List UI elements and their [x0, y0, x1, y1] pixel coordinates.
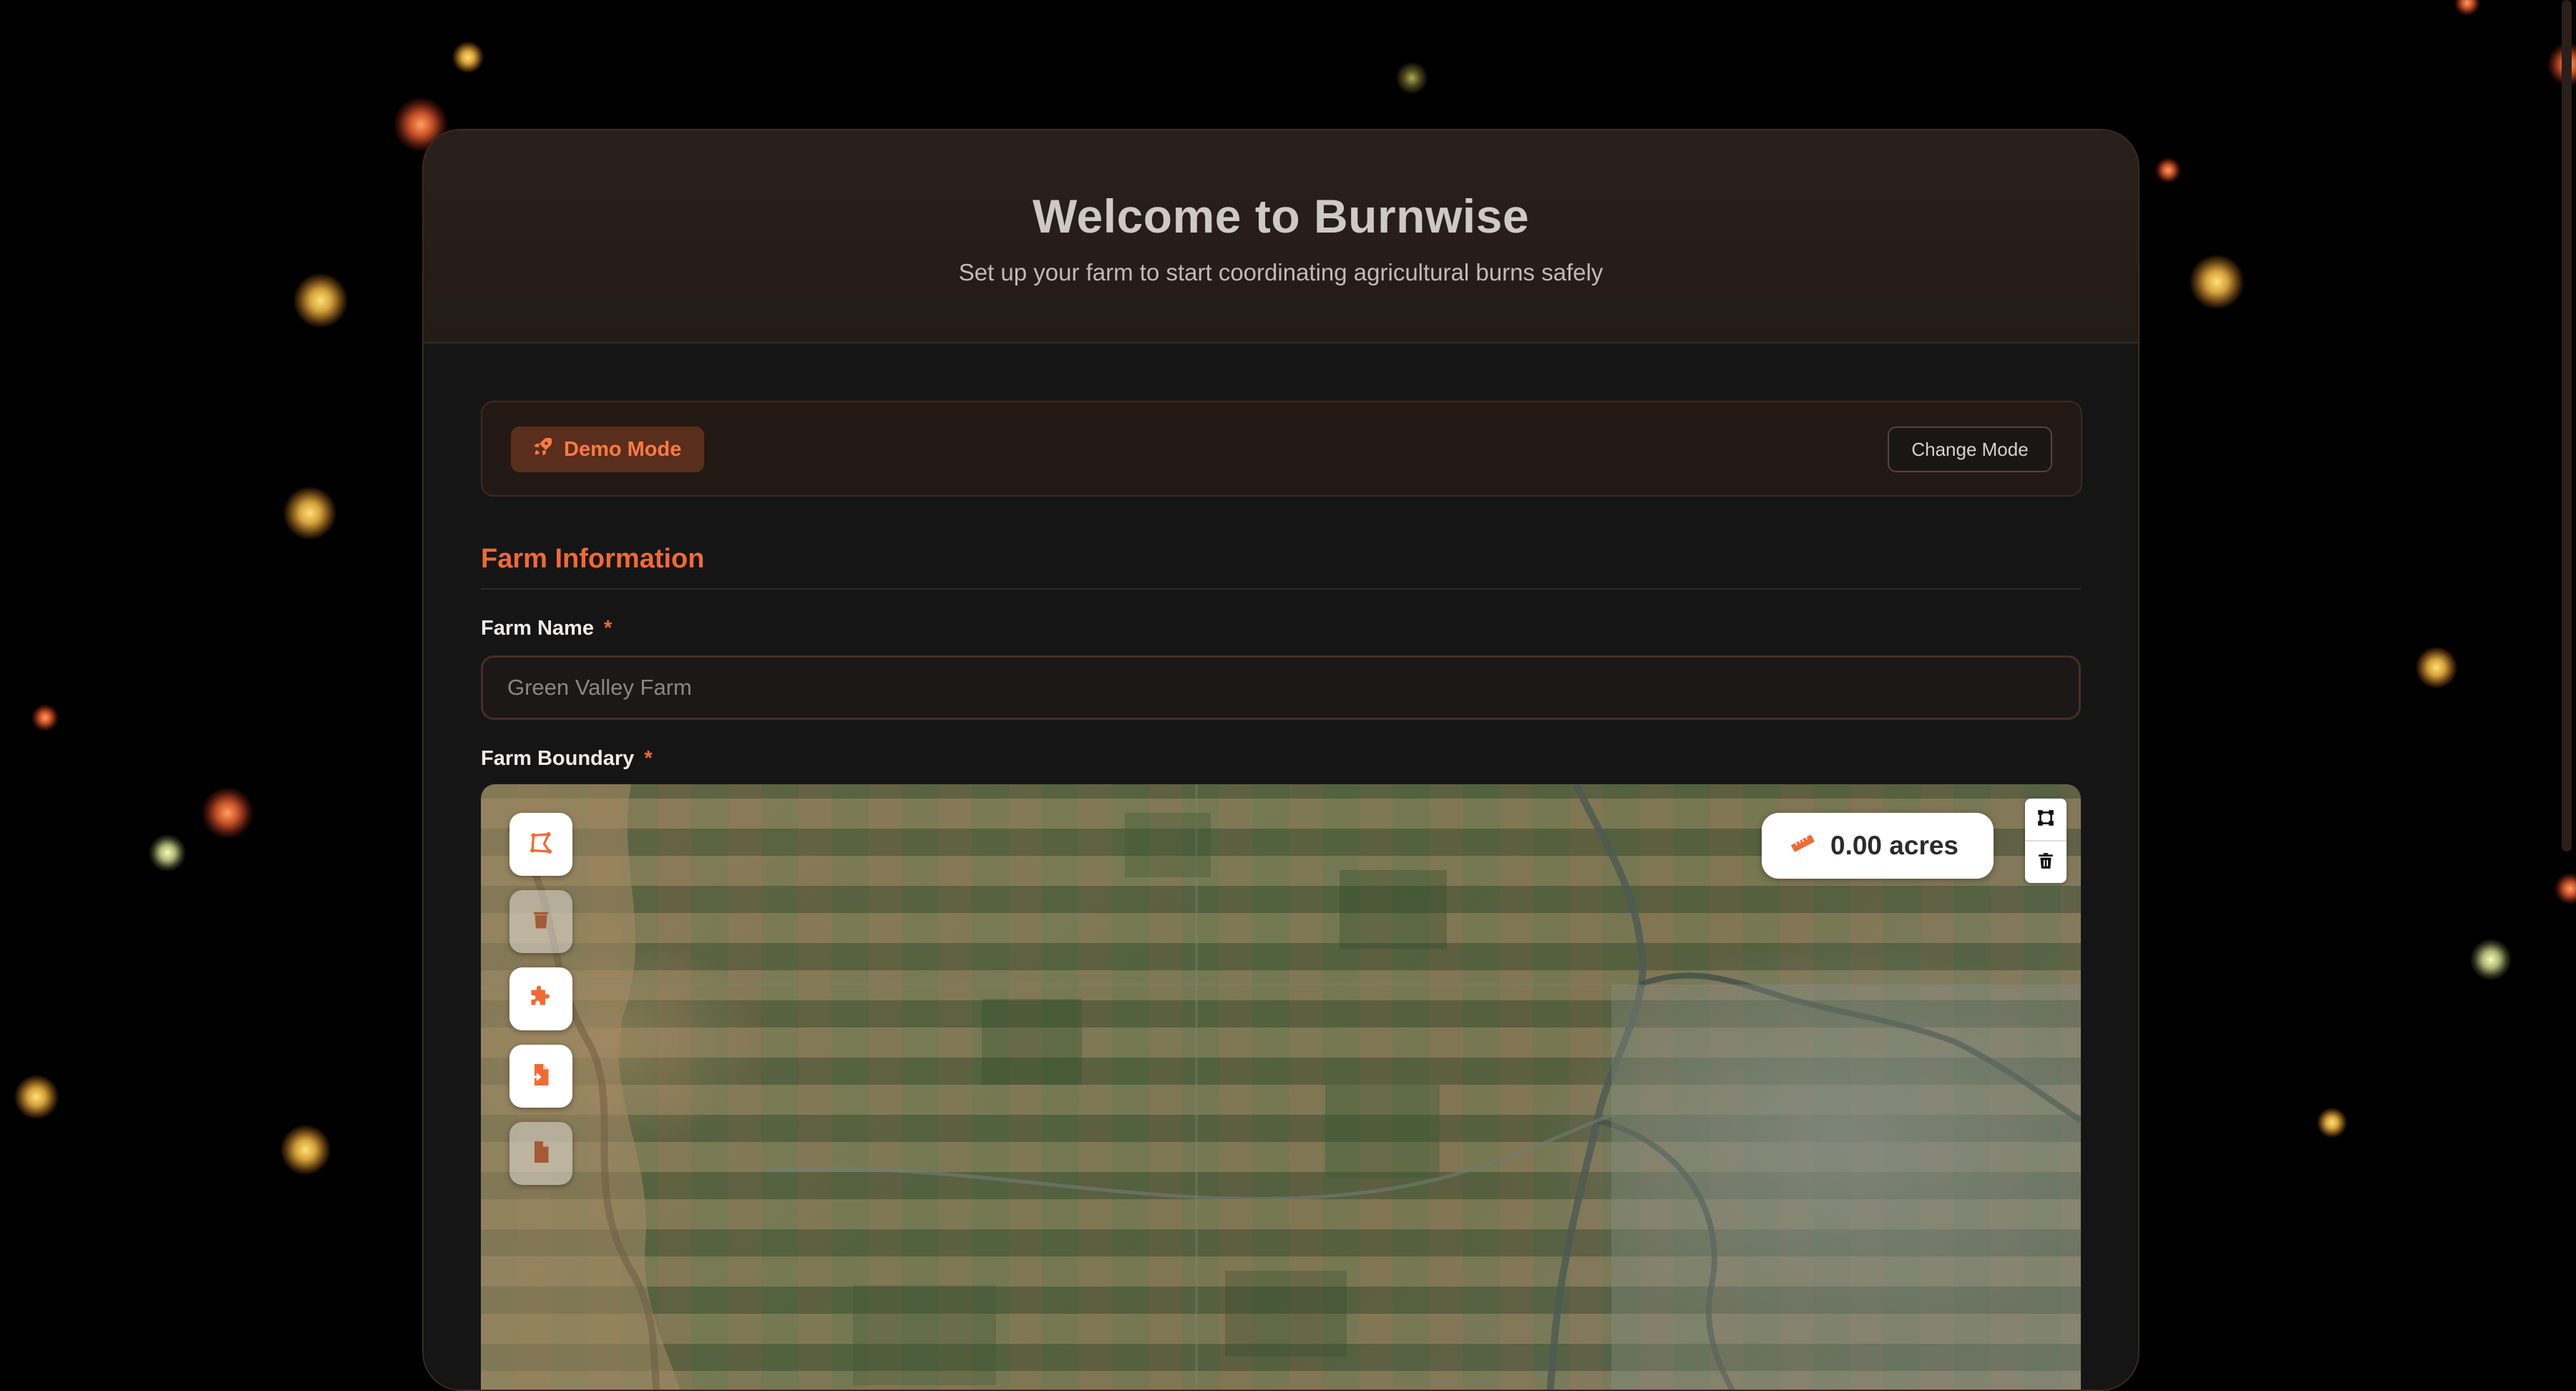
ember [14, 1075, 59, 1119]
farm-name-label: Farm Name * [481, 617, 612, 640]
ember [1395, 62, 1428, 94]
onboarding-card: Welcome to Burnwise Set up your farm to … [422, 129, 2140, 1391]
ember [2416, 647, 2457, 688]
map-draw-polygon-button[interactable] [2025, 799, 2067, 840]
ember [31, 704, 59, 731]
import-file-tool[interactable] [509, 1045, 572, 1108]
ember [149, 834, 186, 872]
area-value: 0.00 acres [1830, 831, 1959, 860]
ember [280, 1125, 331, 1175]
export-file-tool[interactable] [509, 1122, 572, 1185]
card-header: Welcome to Burnwise Set up your farm to … [424, 130, 2138, 343]
draw-polygon-icon [2036, 809, 2055, 831]
draw-polygon-tool[interactable] [509, 813, 572, 876]
farm-boundary-label-text: Farm Boundary [481, 747, 635, 770]
required-mark: * [603, 617, 613, 640]
ember [2190, 255, 2244, 309]
map-trash-button[interactable] [2025, 840, 2067, 883]
ember [452, 42, 484, 73]
ember [2317, 1108, 2347, 1138]
farm-name-label-text: Farm Name [481, 617, 594, 640]
ember [2155, 157, 2181, 183]
ember [283, 487, 336, 540]
trash-icon [2036, 851, 2055, 874]
section-title: Farm Information [481, 544, 705, 574]
ember [2470, 939, 2512, 980]
ruler-icon [1789, 829, 1816, 863]
page-subtitle: Set up your farm to start coordinating a… [958, 259, 1604, 285]
ember [293, 273, 348, 328]
section-divider [481, 588, 2081, 590]
export-file-icon [528, 1139, 554, 1168]
change-mode-button[interactable]: Change Mode [1888, 426, 2052, 472]
puzzle-icon [528, 985, 554, 1014]
rocket-icon [532, 436, 554, 463]
draw-polygon-icon [528, 830, 554, 859]
delete-shape-tool[interactable] [509, 890, 572, 953]
page-scrollbar[interactable] [2555, 0, 2576, 1352]
page-title: Welcome to Burnwise [1032, 190, 1530, 243]
farm-name-input[interactable] [481, 655, 2081, 720]
merge-tool[interactable] [509, 967, 572, 1030]
mode-bar: Demo Mode Change Mode [481, 401, 2082, 497]
ember [202, 787, 253, 839]
demo-mode-label: Demo Mode [564, 437, 682, 461]
demo-mode-badge: Demo Mode [511, 426, 705, 472]
required-mark: * [644, 747, 653, 770]
import-file-icon [528, 1062, 554, 1091]
farm-boundary-label: Farm Boundary * [481, 747, 653, 771]
delete-shape-icon [529, 908, 553, 936]
farm-boundary-map[interactable]: 0.00 acres [481, 784, 2081, 1390]
map-draw-controls [2025, 799, 2067, 883]
ember [2454, 0, 2480, 16]
area-readout: 0.00 acres [1762, 813, 1994, 879]
scrollbar-thumb[interactable] [2562, 0, 2572, 851]
